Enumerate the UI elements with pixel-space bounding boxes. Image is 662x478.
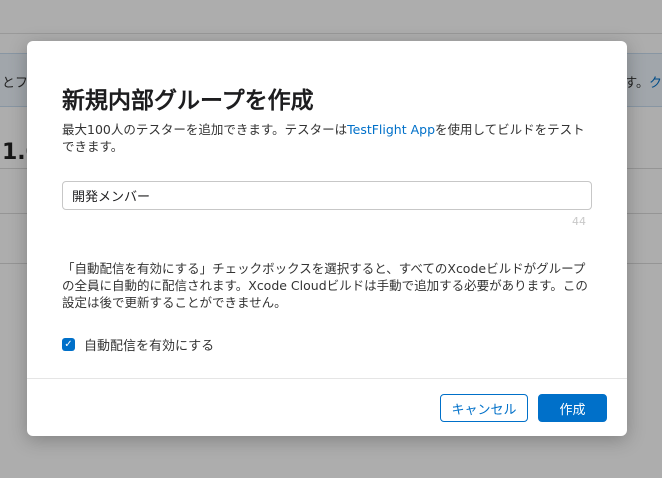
dialog-description: 最大100人のテスターを追加できます。テスターはTestFlight Appを使… — [62, 121, 592, 155]
cancel-button[interactable]: キャンセル — [440, 394, 528, 422]
dialog-description-prefix: 最大100人のテスターを追加できます。テスターは — [62, 122, 348, 137]
dialog-title: 新規内部グループを作成 — [62, 88, 314, 114]
dialog-footer-divider — [27, 378, 627, 379]
auto-distribution-checkbox[interactable]: ✓ — [62, 338, 75, 351]
auto-distribution-description: 「自動配信を有効にする」チェックボックスを選択すると、すべてのXcodeビルドが… — [62, 261, 588, 310]
create-group-dialog: 新規内部グループを作成 最大100人のテスターを追加できます。テスターはTest… — [27, 41, 627, 436]
group-name-input[interactable] — [62, 181, 592, 210]
auto-distribution-label[interactable]: 自動配信を有効にする — [84, 335, 214, 354]
checkmark-icon: ✓ — [64, 338, 73, 350]
remaining-characters-count: 44 — [572, 215, 586, 228]
testflight-app-link[interactable]: TestFlight App — [347, 122, 435, 137]
auto-distribution-row[interactable]: ✓ 自動配信を有効にする — [62, 335, 214, 354]
create-button[interactable]: 作成 — [538, 394, 607, 422]
